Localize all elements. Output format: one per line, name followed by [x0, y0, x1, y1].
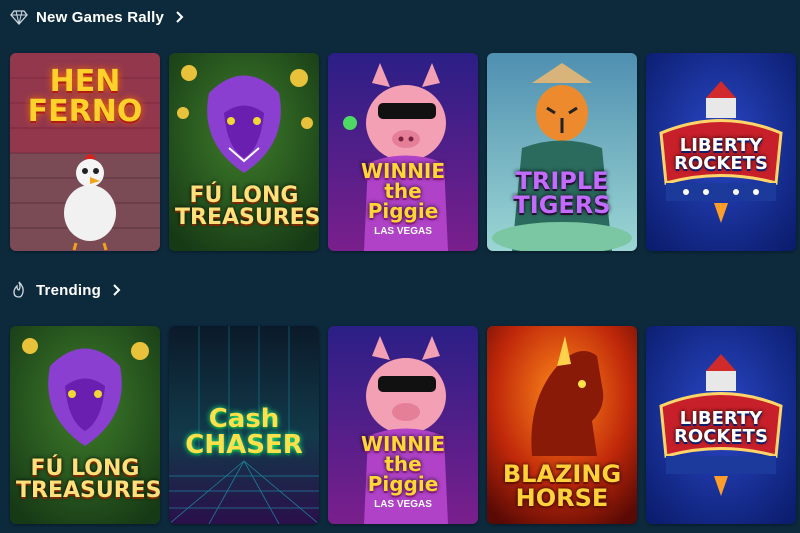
- game-tile-liberty[interactable]: LIBERTY ROCKETS: [646, 53, 796, 251]
- chevron-right-icon: [176, 11, 184, 23]
- games-row-trending: FÚ LONG TREASURES Cash CHASER WINNIE the…: [10, 326, 796, 524]
- section-header-trending[interactable]: Trending: [10, 279, 123, 301]
- flame-icon: [13, 281, 24, 298]
- game-tile-tigers[interactable]: TRIPLE TIGERS: [487, 53, 637, 251]
- game-tile-horse[interactable]: BLAZING HORSE: [487, 326, 637, 524]
- game-title: Cash CHASER: [185, 404, 303, 460]
- section-header-new-games-rally[interactable]: New Games Rally: [10, 6, 186, 28]
- game-title: LIBERTY ROCKETS: [674, 408, 768, 447]
- game-title: HEN FERNO: [27, 64, 143, 129]
- game-tile-cash[interactable]: Cash CHASER: [169, 326, 319, 524]
- game-art: [487, 53, 637, 251]
- game-tile-liberty[interactable]: LIBERTY ROCKETS: [646, 326, 796, 524]
- game-title: WINNIE the Piggie: [360, 159, 446, 223]
- game-tile-winnie[interactable]: WINNIE the Piggie LAS VEGAS: [328, 53, 478, 251]
- game-subtitle: LAS VEGAS: [374, 499, 432, 510]
- game-tile-winnie[interactable]: WINNIE the Piggie LAS VEGAS: [328, 326, 478, 524]
- chevron-right-icon: [113, 284, 121, 296]
- game-subtitle: LAS VEGAS: [374, 226, 432, 237]
- section-title: Trending: [36, 281, 101, 299]
- game-title: FÚ LONG TREASURES: [16, 456, 160, 503]
- game-title: FÚ LONG TREASURES: [175, 183, 319, 230]
- game-title: BLAZING HORSE: [502, 460, 622, 512]
- game-title: WINNIE the Piggie: [360, 432, 446, 496]
- game-tile-fulong[interactable]: FÚ LONG TREASURES: [10, 326, 160, 524]
- game-tile-fulong[interactable]: FÚ LONG TREASURES: [169, 53, 319, 251]
- diamond-icon: [10, 10, 28, 25]
- section-title: New Games Rally: [36, 8, 165, 26]
- games-row-new-games-rally: HEN FERNO FÚ LONG TREASURES WINNIE the P…: [10, 53, 796, 251]
- game-title: TRIPLE TIGERS: [513, 167, 611, 219]
- game-tile-henferno[interactable]: HEN FERNO: [10, 53, 160, 251]
- game-title: LIBERTY ROCKETS: [674, 135, 768, 174]
